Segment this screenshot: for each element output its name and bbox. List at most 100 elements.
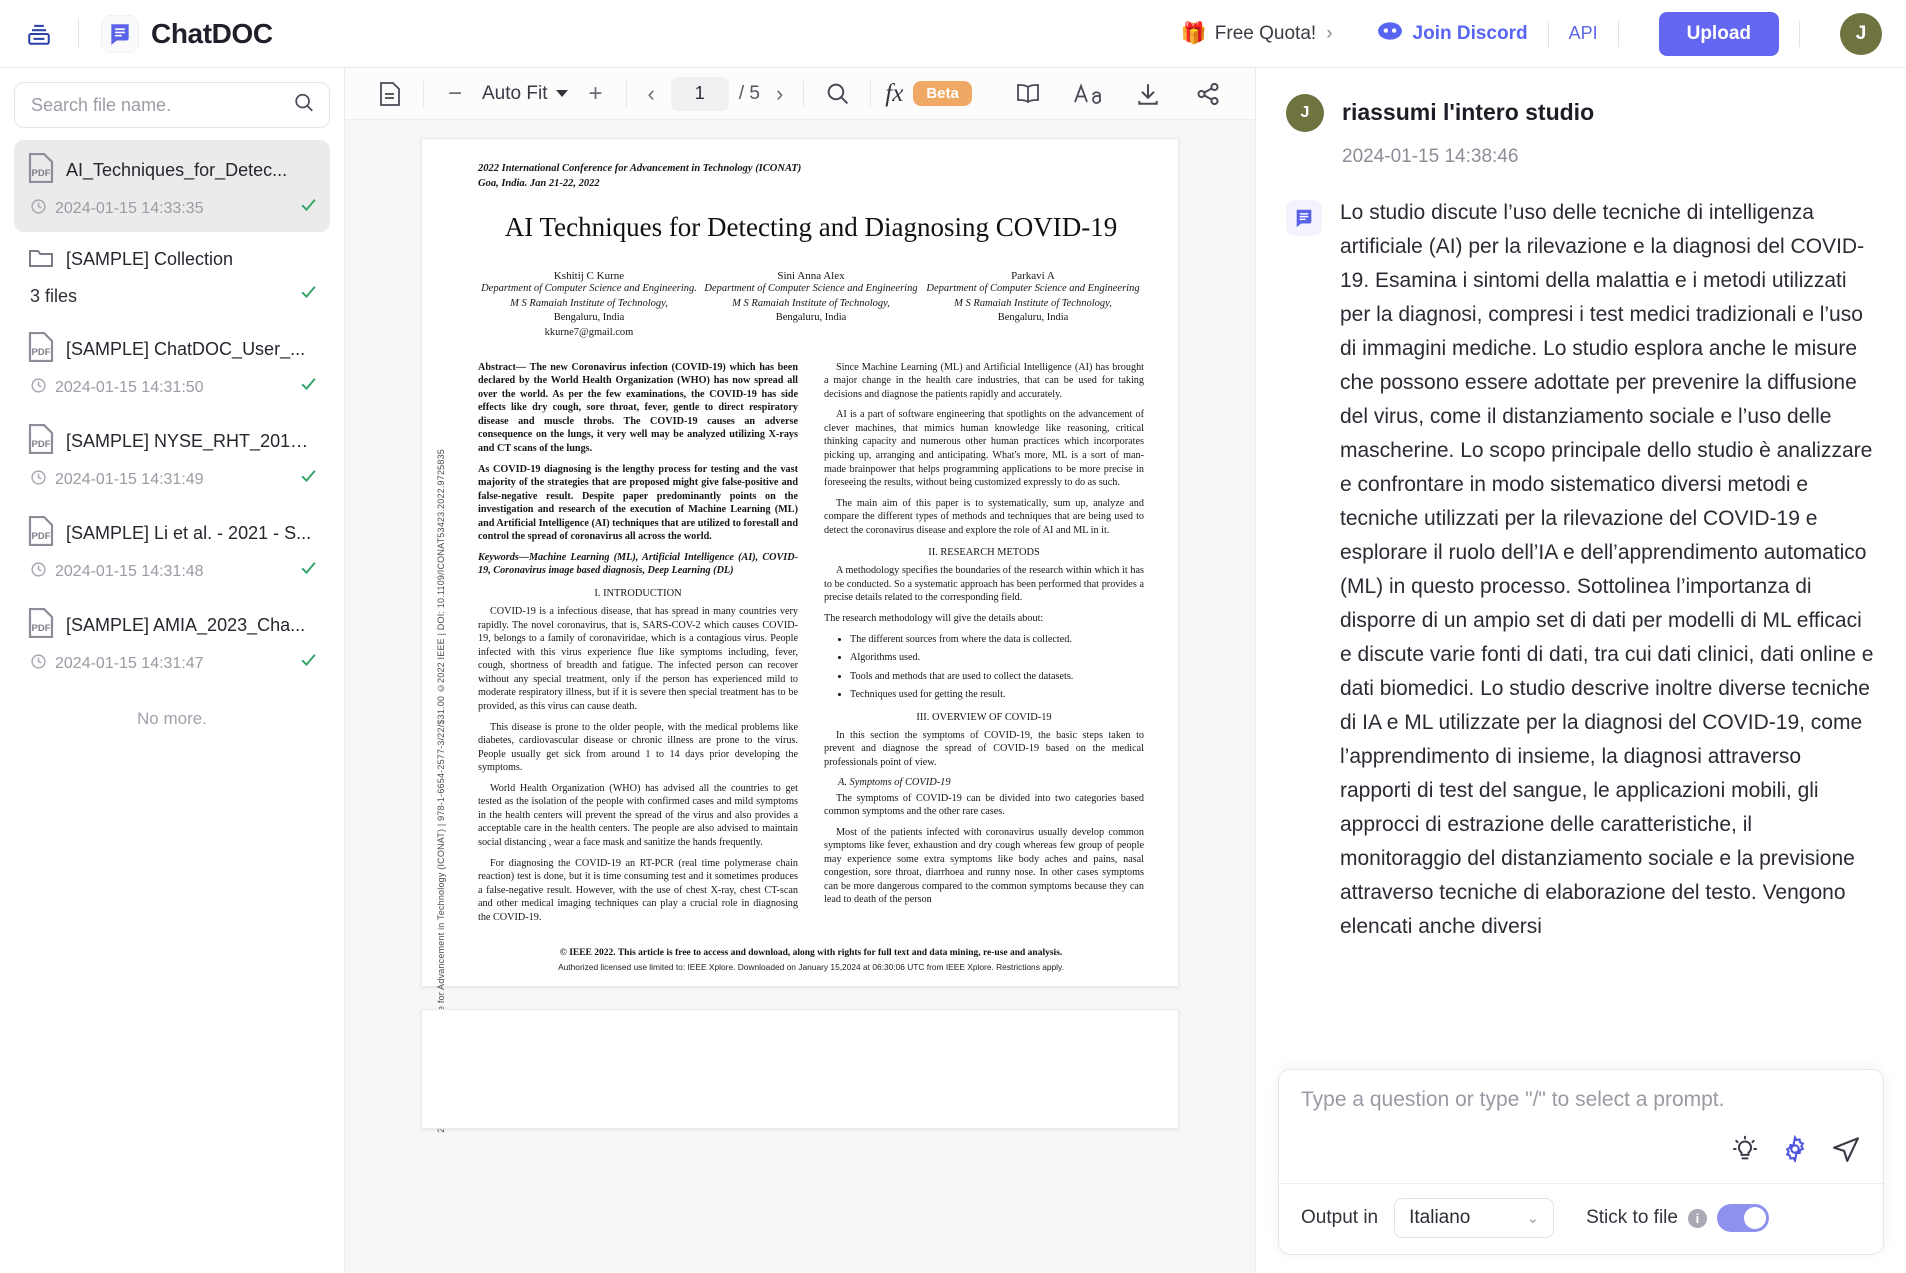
discord-icon [1377,21,1403,47]
search-box[interactable] [14,82,330,128]
author-institute: M S Ramaiah Institute of Technology, [510,297,668,309]
section-heading-3: III. OVERVIEW OF COVID-19 [916,711,1052,723]
book-icon[interactable] [1009,75,1047,113]
selected-check-icon [299,558,318,582]
file-list: PDF AI_Techniques_for_Detec... 2024-01-1… [14,140,330,729]
author-name: Kshitij C Kurne [553,269,625,282]
right-paragraph-8: Most of the patients infected with coron… [824,826,1144,906]
next-page-button[interactable]: › [770,81,789,107]
pdf-column-left: Abstract— The new Coronavirus infection … [478,361,798,932]
bullet-item: The different sources from where the dat… [850,633,1144,647]
page-number-input[interactable]: 1 [670,76,729,111]
gear-icon[interactable] [1781,1134,1809,1168]
right-paragraph-1: Since Machine Learning (ML) and Artifici… [824,361,1144,400]
pdf-file-icon: PDF [28,607,54,643]
author-affiliation: Department of Computer Science and Engin… [481,282,697,294]
abstract-paragraph-1: Abstract— The new Coronavirus infection … [478,361,798,454]
main-body: PDF AI_Techniques_for_Detec... 2024-01-1… [0,68,1906,1273]
answer-text: Lo studio discute l’uso delle tecniche d… [1340,201,1874,939]
prev-page-button[interactable]: ‹ [641,81,660,107]
toggle-knob [1743,1207,1766,1229]
file-time: 2024-01-15 14:31:50 [55,379,204,396]
author-email: kkurne7@gmail.com [544,326,634,338]
avatar: J [1286,94,1324,132]
bullet-item: Techniques used for getting the result. [850,688,1144,702]
chevron-right-icon: › [1326,22,1333,44]
stick-to-file-toggle[interactable] [1716,1204,1769,1232]
search-input[interactable] [31,94,285,116]
zoom-out-button[interactable]: − [438,77,472,111]
pdf-file-icon: PDF [28,515,54,551]
join-discord-label: Join Discord [1412,22,1528,44]
pdf-column-right: Since Machine Learning (ML) and Artifici… [824,361,1144,932]
file-row: PDF AI_Techniques_for_Detec... [28,152,318,188]
output-language-select[interactable]: Italiano ⌄ [1394,1198,1555,1238]
bullet-item: Algorithms used. [850,651,1144,665]
list-item[interactable]: [SAMPLE] Collection 3 files [14,232,330,319]
author-block: Parkavi A Department of Computer Science… [922,270,1144,341]
file-row: PDF [SAMPLE] ChatDOC_User_... [28,331,318,367]
share-icon[interactable] [1189,75,1227,113]
brand-name: ChatDOC [151,17,273,49]
selected-check-icon [299,374,318,398]
output-language-label: Output in [1301,1207,1379,1228]
header-divider-4 [1799,20,1800,47]
section-heading-1: I. INTRODUCTION [594,588,682,600]
avatar[interactable]: J [1840,12,1882,55]
question-timestamp: 2024-01-15 14:38:46 [1342,146,1519,167]
file-meta: 2024-01-15 14:31:49 [28,469,318,491]
pdf-title: AI Techniques for Detecting and Diagnosi… [504,212,1118,243]
clock-icon [30,469,47,491]
api-link[interactable]: API [1569,23,1598,44]
pdf-scroll-area[interactable]: 2022 International Conference for Advanc… [345,120,1255,1273]
formula-button[interactable]: fx [885,80,903,108]
zoom-in-button[interactable]: + [578,77,612,111]
document-outline-icon[interactable] [371,75,409,113]
list-item[interactable]: PDF [SAMPLE] Li et al. - 2021 - S... 202… [14,503,330,595]
search-icon[interactable] [293,92,315,119]
lightbulb-icon[interactable] [1731,1135,1759,1168]
toolbar-divider-3 [803,80,805,107]
chat-pane: J riassumi l'intero studio 2024-01-15 14… [1255,68,1906,1273]
file-row: [SAMPLE] Collection [28,245,318,274]
file-name: [SAMPLE] Collection [66,249,234,269]
intro-paragraph-1: COVID-19 is a infectious disease, that h… [478,606,798,712]
list-item[interactable]: PDF AI_Techniques_for_Detec... 2024-01-1… [14,140,330,232]
brand[interactable]: ChatDOC [101,14,273,53]
list-item[interactable]: PDF [SAMPLE] AMIA_2023_Cha... 2024-01-15… [14,595,330,687]
author-block: Sini Anna Alex Department of Computer Sc… [700,270,922,341]
zoom-level-label: Auto Fit [482,82,548,104]
pdf-footer-license: Authorized licensed use limited to: IEEE… [558,961,1064,972]
right-paragraph-6: In this section the symptoms of COVID-19… [824,729,1144,768]
zoom-level-dropdown[interactable]: Auto Fit [476,83,574,105]
pdf-page-1: 2022 International Conference for Advanc… [421,138,1179,1133]
join-discord-button[interactable]: Join Discord [1377,21,1528,47]
free-quota-button[interactable]: 🎁 Free Quota! › [1181,22,1333,46]
chevron-down-icon [556,90,569,97]
page-total-label: / 5 [738,82,760,104]
upload-button[interactable]: Upload [1658,11,1779,56]
clock-icon [30,653,47,675]
info-icon[interactable]: i [1687,1208,1707,1228]
search-icon[interactable] [818,75,856,113]
font-size-icon[interactable] [1069,75,1107,113]
answer-block: Lo studio discute l’uso delle tecniche d… [1286,196,1876,944]
clock-icon [30,377,47,399]
page-controls: ‹ 1 / 5 › [641,76,789,111]
stick-to-file-label: Stick to file [1586,1207,1678,1228]
chat-input[interactable] [1301,1088,1861,1112]
file-name: [SAMPLE] AMIA_2023_Cha... [66,615,306,635]
selected-check-icon [299,195,318,219]
list-item[interactable]: PDF [SAMPLE] ChatDOC_User_... 2024-01-15… [14,319,330,411]
folder-icon [28,245,54,274]
panel-toggle-icon[interactable] [22,17,56,51]
file-meta: 2024-01-15 14:31:50 [28,377,318,399]
file-row: PDF [SAMPLE] NYSE_RHT_2019... [28,423,318,459]
download-icon[interactable] [1129,75,1167,113]
file-name: AI_Techniques_for_Detec... [66,160,288,180]
selected-check-icon [299,282,318,306]
list-end-label: No more. [137,709,207,728]
send-icon[interactable] [1831,1134,1861,1169]
list-item[interactable]: PDF [SAMPLE] NYSE_RHT_2019... 2024-01-15… [14,411,330,503]
composer-options: Output in Italiano ⌄ Stick to file i [1279,1183,1883,1254]
